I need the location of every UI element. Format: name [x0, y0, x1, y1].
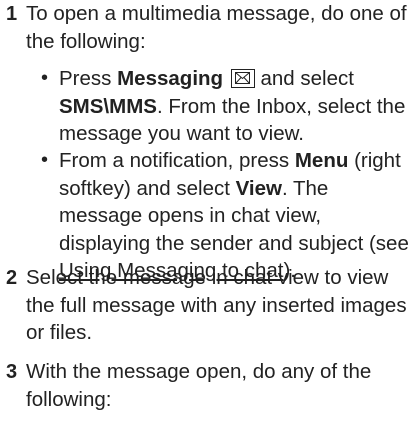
bullet-text-mid: and select	[254, 67, 354, 90]
step-text: With the message open, do any of the fol…	[26, 360, 372, 411]
messaging-envelope-icon	[230, 69, 255, 88]
bullet-dot: •	[41, 67, 49, 89]
step-number: 2	[6, 267, 18, 289]
bullet-text-pre: Press	[59, 67, 118, 90]
messaging-label: Messaging	[117, 67, 224, 90]
bullet-text: Press Messaging and select SMS\MMS. From…	[59, 65, 411, 148]
step-text: To open a multimedia message, do one of …	[26, 2, 407, 53]
bullet-dot: •	[41, 149, 49, 171]
step-number: 1	[6, 3, 18, 25]
sms-mms-label: SMS\MMS	[59, 94, 157, 118]
menu-label: Menu	[294, 149, 349, 172]
step-text: Select the message in chat view to view …	[26, 266, 407, 344]
step-number: 3	[6, 361, 18, 383]
view-label: View	[235, 176, 282, 200]
bullet-text-pre: From a notification, press	[59, 149, 295, 172]
